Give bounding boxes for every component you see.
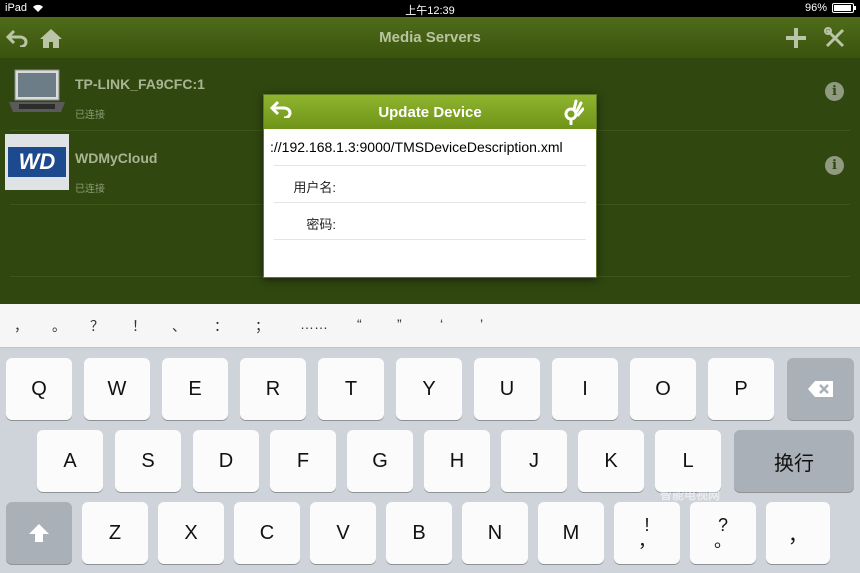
key-c[interactable]: C [234, 502, 300, 564]
key-e[interactable]: E [162, 358, 228, 420]
wd-logo-text: WD [8, 147, 66, 177]
key-n[interactable]: N [462, 502, 528, 564]
key-w[interactable]: W [84, 358, 150, 420]
key-t[interactable]: T [318, 358, 384, 420]
page-title: Media Servers [379, 29, 481, 46]
server-name: TP-LINK_FA9CFC:1 [75, 76, 205, 92]
keyboard: ， 。 ？ ！ 、 ： ； …… “ ” ‘ ’ Q W E R T Y U I… [0, 304, 860, 573]
key-o[interactable]: O [630, 358, 696, 420]
key-bottom-char: ， [638, 531, 656, 551]
key-x[interactable]: X [158, 502, 224, 564]
laptop-icon [5, 64, 69, 120]
server-name: WDMyCloud [75, 150, 158, 166]
ok-hand-icon[interactable] [562, 99, 585, 126]
punct-key[interactable]: ‘ [440, 316, 443, 332]
punct-key[interactable]: ： [214, 316, 228, 336]
password-field[interactable]: 密码: [274, 203, 586, 240]
key-f[interactable]: F [270, 430, 336, 492]
key-m[interactable]: M [538, 502, 604, 564]
key-q[interactable]: Q [6, 358, 72, 420]
key-i[interactable]: I [552, 358, 618, 420]
shift-icon [29, 524, 49, 542]
url-field[interactable]: ://192.168.1.3:9000/TMSDeviceDescription… [270, 129, 586, 166]
battery-percent: 96% [804, 2, 827, 14]
dialog-header: Update Device [264, 95, 596, 129]
punct-key[interactable]: “ [357, 316, 362, 332]
punct-key[interactable]: 、 [172, 316, 186, 336]
key-z[interactable]: Z [82, 502, 148, 564]
dialog-title: Update Device [378, 104, 482, 121]
key-l[interactable]: L [655, 430, 721, 492]
return-key[interactable]: 换行 [734, 430, 854, 492]
key-h[interactable]: H [424, 430, 490, 492]
key-g[interactable]: G [347, 430, 413, 492]
username-field[interactable]: 用户名: [274, 166, 586, 203]
punct-key[interactable]: ” [397, 316, 402, 332]
punct-key[interactable]: ， [14, 316, 28, 336]
key-b[interactable]: B [386, 502, 452, 564]
server-status: 已连接 [75, 110, 105, 121]
punct-key[interactable]: ！ [132, 316, 146, 336]
backspace-icon [807, 381, 833, 397]
punct-key[interactable]: 。 [52, 316, 66, 336]
key-v[interactable]: V [310, 502, 376, 564]
key-j[interactable]: J [501, 430, 567, 492]
shift-key[interactable] [6, 502, 72, 564]
password-label: 密码: [306, 217, 336, 232]
key-y[interactable]: Y [396, 358, 462, 420]
update-device-dialog: Update Device ://192.168.1.3:9000/TMSDev… [263, 94, 597, 278]
status-time: 上午12:39 [405, 5, 455, 17]
info-icon[interactable]: i [825, 82, 844, 101]
watermark: 智能电视网 [660, 488, 721, 502]
wd-logo-icon: WD [5, 134, 69, 190]
key-k[interactable]: K [578, 430, 644, 492]
username-label: 用户名: [293, 180, 336, 195]
info-icon[interactable]: i [825, 156, 844, 175]
plus-icon[interactable] [783, 25, 809, 51]
punct-key[interactable]: …… [300, 316, 328, 332]
battery-icon [832, 3, 856, 13]
url-input[interactable]: ://192.168.1.3:9000/TMSDeviceDescription… [270, 139, 586, 155]
key-s[interactable]: S [115, 430, 181, 492]
key-d[interactable]: D [193, 430, 259, 492]
key-p[interactable]: P [708, 358, 774, 420]
punctuation-bar: ， 。 ？ ！ 、 ： ； …… “ ” ‘ ’ [0, 304, 860, 348]
punct-key[interactable]: ； [255, 316, 269, 336]
punct-key[interactable]: ’ [480, 316, 483, 332]
key-u[interactable]: U [474, 358, 540, 420]
status-bar: iPad 上午12:39 96% [0, 0, 860, 17]
key-a[interactable]: A [37, 430, 103, 492]
backspace-key[interactable] [787, 358, 854, 420]
server-status: 已连接 [75, 184, 105, 195]
key-bottom-char: 。 [714, 531, 732, 551]
nav-bar: Media Servers [0, 17, 860, 58]
punct-key[interactable]: ？ [90, 316, 104, 336]
tools-icon[interactable] [822, 25, 848, 51]
key-r[interactable]: R [240, 358, 306, 420]
